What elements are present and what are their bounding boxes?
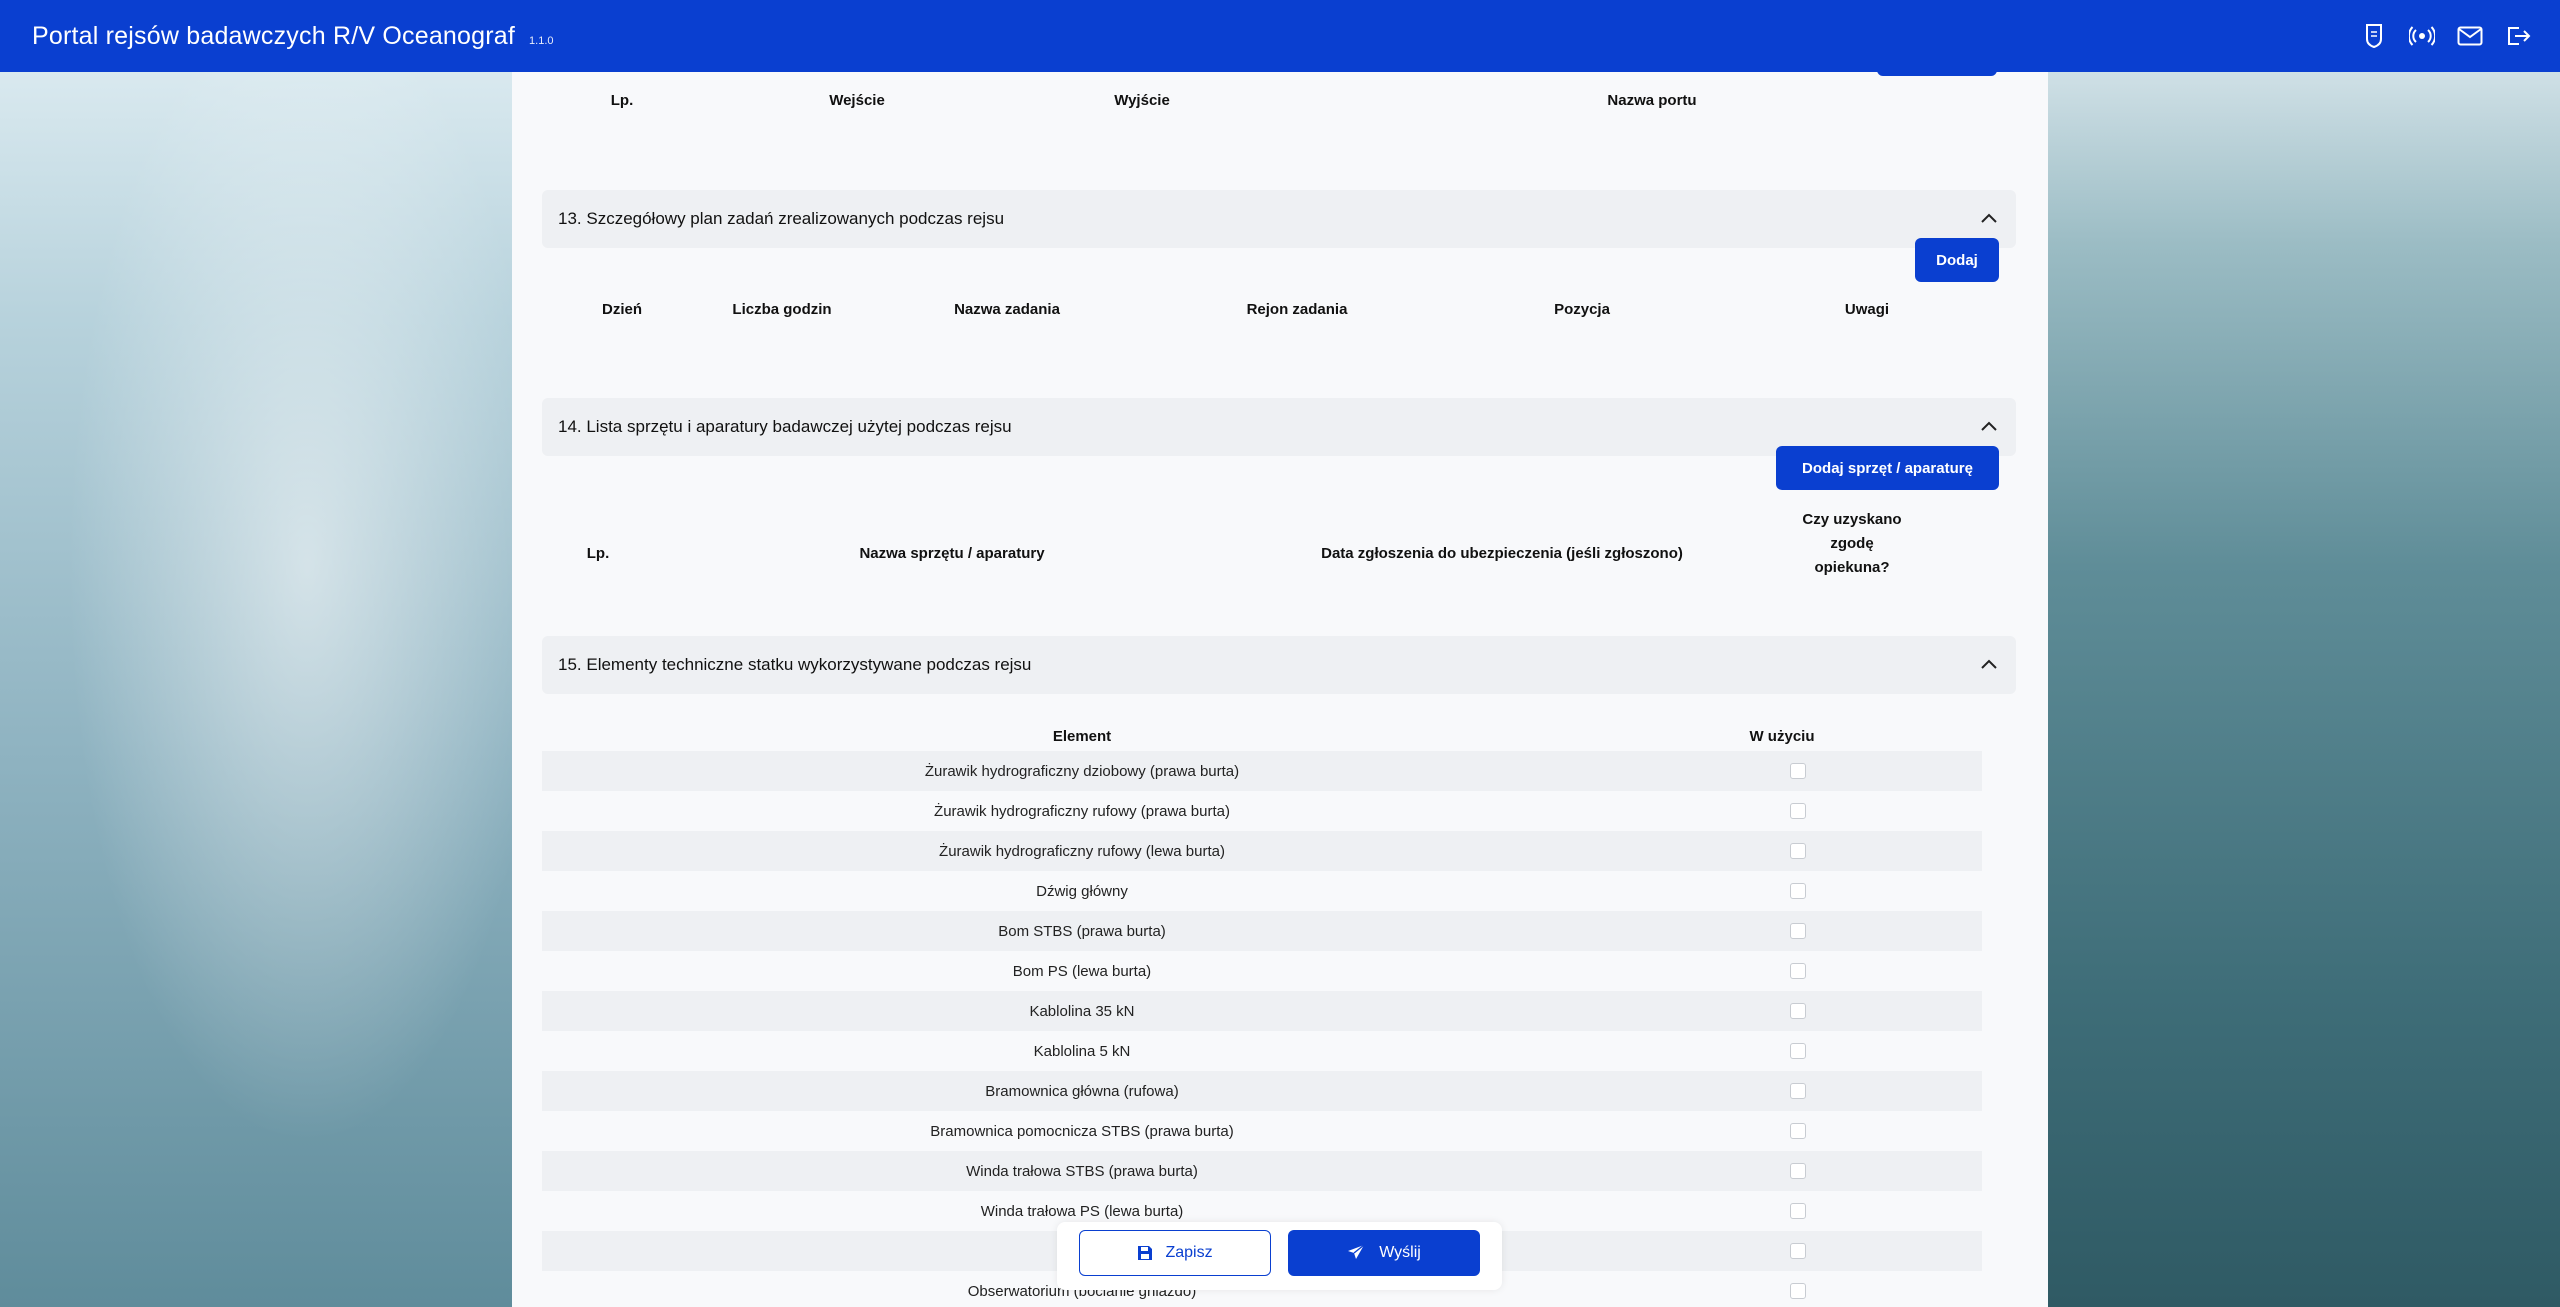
chevron-up-icon[interactable] xyxy=(1980,656,1998,674)
section15-title: 15. Elementy techniczne statku wykorzyst… xyxy=(558,655,1032,674)
in-use-checkbox[interactable] xyxy=(1790,1243,1806,1259)
in-use-checkbox[interactable] xyxy=(1790,803,1806,819)
in-use-checkbox[interactable] xyxy=(1790,1163,1806,1179)
table-row: Bom PS (lewa burta) xyxy=(542,951,1982,991)
s13-col-position: Pozycja xyxy=(1554,301,1610,318)
save-button[interactable]: Zapisz xyxy=(1079,1230,1271,1276)
in-use-checkbox[interactable] xyxy=(1790,843,1806,859)
in-use-checkbox[interactable] xyxy=(1790,1003,1806,1019)
send-button[interactable]: Wyślij xyxy=(1288,1230,1480,1276)
chevron-up-icon[interactable] xyxy=(1980,418,1998,436)
table-row: Kablolina 35 kN xyxy=(542,991,1982,1031)
background-sea-left xyxy=(0,72,512,1307)
element-name: Winda trałowa STBS (prawa burta) xyxy=(966,1162,1198,1180)
s12-col-port-name: Nazwa portu xyxy=(1607,92,1697,109)
element-name: Kablolina 5 kN xyxy=(1033,1042,1131,1060)
broadcast-icon[interactable] xyxy=(2408,22,2436,50)
s12-col-entry: Wejście xyxy=(829,92,885,109)
table-row: Winda trałowa STBS (prawa burta) xyxy=(542,1151,1982,1191)
in-use-checkbox[interactable] xyxy=(1790,883,1806,899)
in-use-checkbox[interactable] xyxy=(1790,1123,1806,1139)
section14-add-equipment-button[interactable]: Dodaj sprzęt / aparaturę xyxy=(1776,446,1999,490)
section13-header[interactable]: 13. Szczegółowy plan zadań zrealizowanyc… xyxy=(542,190,2016,248)
element-name: Bom STBS (prawa burta) xyxy=(998,922,1166,940)
top-icons xyxy=(2360,0,2532,72)
section13-title: 13. Szczegółowy plan zadań zrealizowanyc… xyxy=(558,209,1005,228)
table-row: Kablolina 5 kN xyxy=(542,1031,1982,1071)
table-row: Żurawik hydrograficzny dziobowy (prawa b… xyxy=(542,751,1982,791)
in-use-checkbox[interactable] xyxy=(1790,1083,1806,1099)
s14-col-lp: Lp. xyxy=(586,545,610,562)
table-row: Dźwig główny xyxy=(542,871,1982,911)
save-button-label: Zapisz xyxy=(1165,1244,1213,1261)
section13-add-button[interactable]: Dodaj xyxy=(1915,238,1999,282)
element-name: Bramownica główna (rufowa) xyxy=(985,1082,1179,1100)
s12-col-lp: Lp. xyxy=(610,92,634,109)
in-use-checkbox[interactable] xyxy=(1790,763,1806,779)
send-button-label: Wyślij xyxy=(1379,1244,1421,1261)
element-name: Żurawik hydrograficzny dziobowy (prawa b… xyxy=(924,762,1240,780)
in-use-checkbox[interactable] xyxy=(1790,1043,1806,1059)
paper-plane-icon xyxy=(1348,1244,1365,1259)
section14-title: 14. Lista sprzętu i aparatury badawczej … xyxy=(558,417,1012,436)
table-row: Bom STBS (prawa burta) xyxy=(542,911,1982,951)
element-name: Kablolina 35 kN xyxy=(1029,1002,1135,1020)
action-bar: Zapisz Wyślij xyxy=(1057,1222,1502,1290)
in-use-checkbox[interactable] xyxy=(1790,923,1806,939)
s14-col-equipment-name: Nazwa sprzętu / aparatury xyxy=(859,545,1045,562)
in-use-checkbox[interactable] xyxy=(1790,1203,1806,1219)
s12-col-exit: Wyjście xyxy=(1114,92,1170,109)
in-use-checkbox[interactable] xyxy=(1790,1283,1806,1299)
app-version: 1.1.0 xyxy=(529,35,554,47)
s13-col-task-name: Nazwa zadania xyxy=(954,301,1060,318)
logout-icon[interactable] xyxy=(2504,22,2532,50)
university-logo-icon[interactable] xyxy=(2360,22,2388,50)
chevron-up-icon[interactable] xyxy=(1980,210,1998,228)
element-name: Żurawik hydrograficzny rufowy (lewa burt… xyxy=(939,842,1225,860)
element-name: Winda trałowa PS (lewa burta) xyxy=(980,1202,1184,1220)
section12-add-button-partial[interactable] xyxy=(1877,72,1997,76)
form-panel: Lp. Wejście Wyjście Nazwa portu 13. Szcz… xyxy=(512,72,2048,1307)
s13-col-task-region: Rejon zadania xyxy=(1246,301,1348,318)
element-name: Żurawik hydrograficzny rufowy (prawa bur… xyxy=(934,802,1230,820)
in-use-checkbox[interactable] xyxy=(1790,963,1806,979)
s14-col-insurance-date: Data zgłoszenia do ubezpieczenia (jeśli … xyxy=(1321,545,1683,562)
mail-icon[interactable] xyxy=(2456,22,2484,50)
s15-col-in-use: W użyciu xyxy=(1749,728,1815,745)
s14-col-supervisor-consent: Czy uzyskano zgodę opiekuna? xyxy=(1802,511,1902,576)
element-name: Dźwig główny xyxy=(1036,882,1128,900)
section15-header[interactable]: 15. Elementy techniczne statku wykorzyst… xyxy=(542,636,2016,694)
floppy-disk-icon xyxy=(1138,1246,1153,1260)
element-name: Bramownica pomocnicza STBS (prawa burta) xyxy=(930,1122,1234,1140)
table-row: Żurawik hydrograficzny rufowy (prawa bur… xyxy=(542,791,1982,831)
s13-col-day: Dzień xyxy=(601,301,642,318)
app-title[interactable]: Portal rejsów badawczych R/V Oceanograf xyxy=(32,22,515,51)
s13-col-notes: Uwagi xyxy=(1844,301,1890,318)
table-row: Żurawik hydrograficzny rufowy (lewa burt… xyxy=(542,831,1982,871)
top-bar: Portal rejsów badawczych R/V Oceanograf … xyxy=(0,0,2560,72)
table-row: Bramownica główna (rufowa) xyxy=(542,1071,1982,1111)
background-sea-right xyxy=(2048,72,2560,1307)
element-name: Bom PS (lewa burta) xyxy=(1012,962,1152,980)
s15-col-element: Element xyxy=(1052,728,1112,745)
s13-col-hours: Liczba godzin xyxy=(732,301,832,318)
table-row: Bramownica pomocnicza STBS (prawa burta) xyxy=(542,1111,1982,1151)
